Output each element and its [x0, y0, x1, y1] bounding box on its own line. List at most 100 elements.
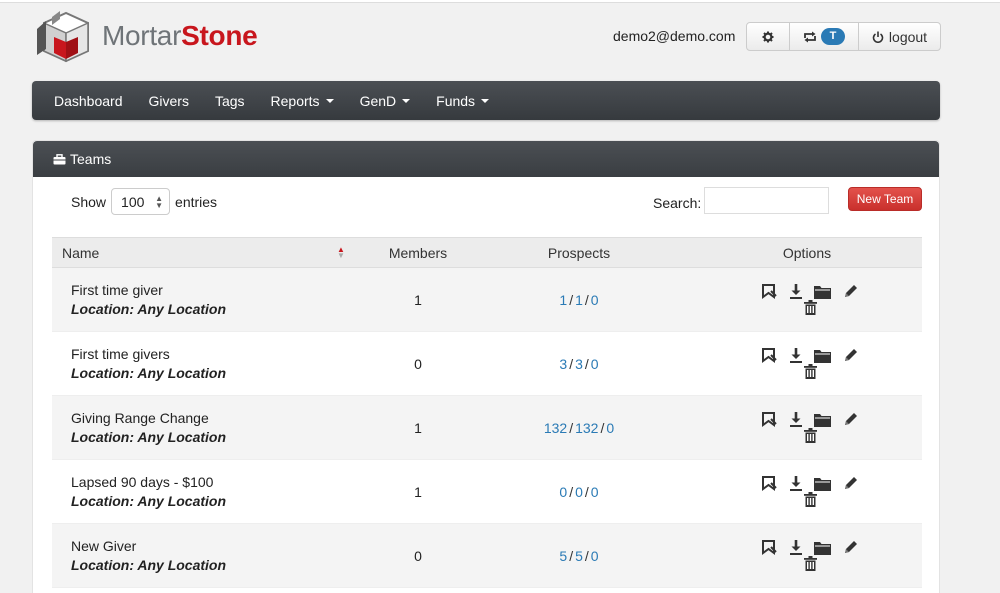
- table-row: New Giver Location: Any Location 0 5/5/0: [52, 524, 922, 588]
- new-team-button[interactable]: New Team: [848, 187, 922, 211]
- nav-label: Funds: [436, 92, 476, 109]
- options-cell: [692, 412, 922, 443]
- separator: /: [569, 291, 574, 308]
- power-icon: [872, 31, 884, 43]
- separator: /: [584, 547, 589, 564]
- search-label: Search:: [653, 195, 702, 211]
- team-name: Lapsed 90 days - $100: [71, 473, 214, 490]
- trash-icon[interactable]: [803, 428, 817, 443]
- entries-select[interactable]: 100 ▲ ▼: [111, 188, 171, 215]
- trash-icon[interactable]: [803, 300, 817, 315]
- logout-button[interactable]: logout: [858, 23, 940, 50]
- separator: /: [584, 483, 589, 500]
- separator: /: [584, 355, 589, 372]
- team-location: Location: Any Location: [71, 300, 227, 317]
- separator: /: [569, 547, 574, 564]
- team-name-cell: New Giver Location: Any Location: [52, 537, 370, 575]
- pencil-icon[interactable]: [843, 284, 858, 299]
- prospects-link-2[interactable]: 3: [575, 356, 583, 372]
- bookmark-icon[interactable]: [762, 284, 778, 299]
- column-header-members[interactable]: Members: [370, 245, 466, 261]
- prospects-link-2[interactable]: 5: [575, 548, 583, 564]
- briefcase-icon: [53, 153, 66, 164]
- trash-icon[interactable]: [803, 492, 817, 507]
- panel-heading: Teams: [33, 141, 939, 177]
- folder-icon[interactable]: [814, 541, 831, 555]
- nav-gend-dropdown[interactable]: GenD: [360, 93, 411, 109]
- table-header: Name ▲ ▼ Members Prospects Options: [52, 237, 922, 268]
- logo-text: MortarStone: [102, 20, 258, 51]
- separator: /: [584, 291, 589, 308]
- teams-panel: Teams Show 100 ▲ ▼ entries Search: New Te…: [32, 140, 940, 593]
- bookmark-icon[interactable]: [762, 348, 778, 363]
- members-count: 1: [414, 483, 422, 500]
- team-name-cell: First time giver Location: Any Location: [52, 281, 370, 319]
- download-icon[interactable]: [790, 412, 802, 427]
- trash-icon[interactable]: [803, 364, 817, 379]
- nav-tags[interactable]: Tags: [215, 93, 245, 109]
- switch-team-button[interactable]: T: [789, 23, 858, 50]
- download-icon[interactable]: [790, 284, 802, 299]
- column-header-prospects[interactable]: Prospects: [466, 245, 692, 261]
- nav-dashboard[interactable]: Dashboard: [54, 93, 123, 109]
- pencil-icon[interactable]: [843, 348, 858, 363]
- prospects-link-1[interactable]: 132: [544, 420, 567, 436]
- folder-icon[interactable]: [814, 349, 831, 363]
- nav-reports-dropdown[interactable]: Reports: [271, 93, 334, 109]
- prospects-cell: 0/0/0: [466, 484, 692, 500]
- table-row: First time givers Location: Any Location…: [52, 332, 922, 396]
- separator: /: [569, 483, 574, 500]
- entries-value: 100: [121, 193, 145, 210]
- nav-funds-dropdown[interactable]: Funds: [436, 92, 490, 109]
- pencil-icon[interactable]: [843, 412, 858, 427]
- bookmark-icon[interactable]: [762, 540, 778, 555]
- caret-down-icon: [481, 98, 490, 103]
- prospects-link-3[interactable]: 0: [591, 356, 599, 372]
- prospects-link-3[interactable]: 0: [591, 484, 599, 500]
- team-name-cell: Lapsed 90 days - $100 Location: Any Loca…: [52, 473, 370, 511]
- prospects-cell: 3/3/0: [466, 356, 692, 372]
- column-header-name[interactable]: Name ▲ ▼: [52, 245, 370, 261]
- bookmark-icon[interactable]: [762, 412, 778, 427]
- team-location: Location: Any Location: [71, 556, 227, 573]
- pencil-icon[interactable]: [843, 476, 858, 491]
- logout-label: logout: [888, 28, 928, 45]
- download-icon[interactable]: [790, 348, 802, 363]
- trash-icon[interactable]: [803, 556, 817, 571]
- nav-label: Reports: [270, 92, 320, 109]
- prospects-link-2[interactable]: 132: [575, 420, 598, 436]
- folder-icon[interactable]: [814, 477, 831, 491]
- mortarstone-logo[interactable]: MortarStone: [34, 8, 258, 64]
- table-row: First time giver Location: Any Location …: [52, 268, 922, 332]
- prospects-cell: 1/1/0: [466, 292, 692, 308]
- search-input[interactable]: [704, 187, 829, 214]
- caret-down-icon: [402, 98, 411, 103]
- gear-icon: [762, 31, 774, 42]
- download-icon[interactable]: [790, 476, 802, 491]
- prospects-cell: 132/132/0: [466, 420, 692, 436]
- members-count: 0: [414, 547, 422, 564]
- nav-label: Tags: [214, 92, 245, 109]
- main-navbar: Dashboard Givers Tags Reports GenD Funds: [32, 81, 940, 120]
- members-count: 1: [414, 419, 422, 436]
- bookmark-icon[interactable]: [762, 476, 778, 491]
- options-cell: [692, 284, 922, 315]
- nav-label: Dashboard: [54, 92, 123, 109]
- folder-icon[interactable]: [814, 285, 831, 299]
- caret-down-icon: [325, 98, 334, 103]
- folder-icon[interactable]: [814, 413, 831, 427]
- prospects-link-2[interactable]: 1: [575, 292, 583, 308]
- prospects-link-2[interactable]: 0: [575, 484, 583, 500]
- prospects-link-3[interactable]: 0: [606, 420, 614, 436]
- prospects-link-3[interactable]: 0: [591, 548, 599, 564]
- team-name-cell: First time givers Location: Any Location: [52, 345, 370, 383]
- entries-length-control: Show 100 ▲ ▼ entries: [71, 188, 217, 215]
- pencil-icon[interactable]: [843, 540, 858, 555]
- download-icon[interactable]: [790, 540, 802, 555]
- header-label: Name: [62, 244, 100, 261]
- table-row: Giving Range Change Location: Any Locati…: [52, 396, 922, 460]
- options-cell: [692, 348, 922, 379]
- prospects-link-3[interactable]: 0: [591, 292, 599, 308]
- nav-givers[interactable]: Givers: [149, 93, 189, 109]
- settings-button[interactable]: [747, 23, 789, 50]
